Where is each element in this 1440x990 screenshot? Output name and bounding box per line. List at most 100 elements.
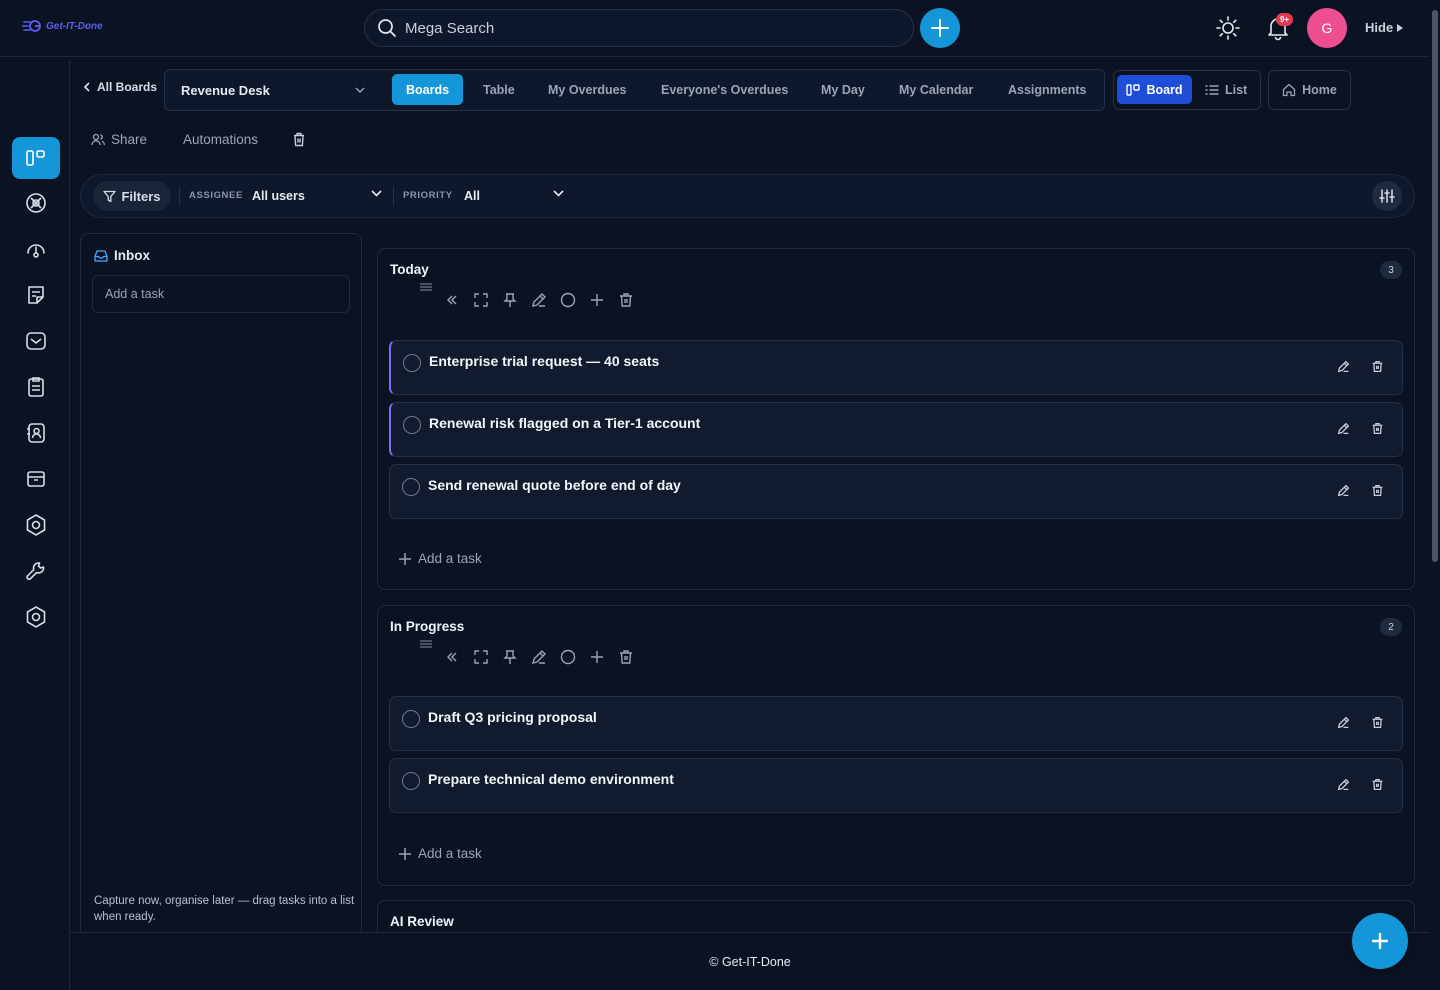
sidebar-item-archive[interactable] — [12, 458, 60, 500]
edit-icon[interactable] — [1337, 778, 1350, 791]
drag-handle-icon[interactable] — [419, 639, 433, 649]
task-checkbox[interactable] — [402, 478, 420, 496]
pin-icon[interactable] — [502, 649, 518, 665]
edit-icon[interactable] — [531, 292, 547, 308]
task-card[interactable]: Enterprise trial request — 40 seats — [389, 340, 1403, 395]
trash-icon[interactable] — [618, 649, 634, 665]
automations-button[interactable]: Automations — [183, 132, 258, 147]
collapse-icon[interactable] — [444, 292, 460, 308]
users-icon — [91, 133, 105, 146]
share-button[interactable]: Share — [91, 132, 147, 147]
mega-search-input[interactable]: Mega Search — [364, 9, 914, 47]
column-title: Today — [390, 262, 429, 277]
sliders-icon — [1379, 189, 1395, 203]
home-button[interactable]: Home — [1268, 70, 1351, 110]
task-card[interactable]: Renewal risk flagged on a Tier-1 account — [389, 402, 1403, 457]
trash-icon[interactable] — [1371, 422, 1384, 435]
collapse-icon[interactable] — [444, 649, 460, 665]
trash-icon[interactable] — [1371, 484, 1384, 497]
sidebar-item-automation[interactable] — [12, 504, 60, 546]
list-view-button[interactable]: List — [1205, 75, 1247, 104]
board-select-value: Revenue Desk — [181, 82, 270, 98]
sidebar-item-clipboard[interactable] — [12, 366, 60, 408]
sidebar-item-integrations[interactable] — [12, 182, 60, 224]
task-card[interactable]: Draft Q3 pricing proposal — [389, 696, 1403, 751]
automation-icon — [26, 514, 46, 536]
floating-add-button[interactable] — [1352, 913, 1408, 969]
chevron-down-icon[interactable] — [553, 190, 564, 197]
tab-my-calendar[interactable]: My Calendar — [899, 74, 973, 105]
quick-add-button[interactable] — [920, 8, 960, 48]
sidebar-item-contacts[interactable] — [12, 412, 60, 454]
edit-icon[interactable] — [1337, 484, 1350, 497]
inbox-add-task-input[interactable]: Add a task — [92, 275, 350, 313]
expand-icon[interactable] — [473, 649, 489, 665]
tab-boards[interactable]: Boards — [392, 74, 464, 105]
priority-label: PRIORITY — [403, 190, 453, 201]
sidebar-item-notes[interactable] — [12, 274, 60, 316]
tab-assignments[interactable]: Assignments — [1008, 74, 1087, 105]
plus-icon[interactable] — [589, 649, 605, 665]
assignee-select[interactable]: All users — [252, 189, 305, 203]
task-card[interactable]: Send renewal quote before end of day — [389, 464, 1403, 519]
edit-icon[interactable] — [1337, 360, 1350, 373]
trash-icon[interactable] — [1371, 778, 1384, 791]
avatar[interactable]: G — [1307, 8, 1347, 48]
tab-everyones-overdues[interactable]: Everyone's Overdues — [661, 74, 788, 105]
pin-icon[interactable] — [502, 292, 518, 308]
task-card[interactable]: Prepare technical demo environment — [389, 758, 1403, 813]
sidebar-item-settings[interactable] — [12, 596, 60, 638]
all-boards-link[interactable]: All Boards — [83, 80, 157, 94]
trash-icon — [294, 132, 304, 147]
plus-icon — [399, 847, 411, 860]
plus-icon[interactable] — [589, 292, 605, 308]
add-task-button[interactable]: Add a task — [398, 551, 482, 566]
circle-icon[interactable] — [560, 292, 576, 308]
tab-my-overdues[interactable]: My Overdues — [548, 74, 627, 105]
add-task-button[interactable]: Add a task — [398, 846, 482, 861]
edit-icon[interactable] — [1337, 422, 1350, 435]
column-today: Today 3 Enterprise trial request — 40 se… — [377, 248, 1415, 590]
sidebar-item-dashboard[interactable] — [12, 228, 60, 270]
sidebar-item-boards[interactable] — [12, 137, 60, 179]
column-title: AI Review — [390, 914, 454, 929]
tab-table[interactable]: Table — [483, 74, 515, 105]
task-checkbox[interactable] — [403, 416, 421, 434]
delete-board-button[interactable] — [292, 132, 306, 152]
boards-icon — [26, 150, 45, 166]
filters-button[interactable]: Filters — [93, 181, 171, 211]
expand-icon[interactable] — [473, 292, 489, 308]
filter-icon — [103, 190, 117, 202]
search-placeholder: Mega Search — [405, 19, 495, 37]
tab-my-day[interactable]: My Day — [821, 74, 865, 105]
app-logo[interactable]: Get-IT-Done — [22, 19, 103, 33]
theme-toggle[interactable] — [1214, 14, 1242, 47]
footer: © Get-IT-Done — [70, 932, 1430, 990]
clipboard-icon — [28, 377, 44, 397]
inbox-icon — [26, 332, 46, 350]
drag-handle-icon[interactable] — [419, 282, 433, 292]
board-select[interactable]: Revenue Desk — [171, 74, 375, 106]
sidebar-item-tools[interactable] — [12, 550, 60, 592]
trash-icon[interactable] — [618, 292, 634, 308]
hide-button[interactable]: Hide — [1365, 20, 1404, 35]
task-checkbox[interactable] — [402, 772, 420, 790]
trash-icon[interactable] — [1371, 716, 1384, 729]
list-icon — [1205, 84, 1219, 95]
sidebar-item-inbox[interactable] — [12, 320, 60, 362]
filter-settings-button[interactable] — [1372, 181, 1402, 211]
edit-icon[interactable] — [1337, 716, 1350, 729]
top-bar: Get-IT-Done Mega Search 9+ G Hide — [0, 0, 1430, 57]
share-label: Share — [111, 132, 148, 147]
board-view-label: Board — [1146, 82, 1183, 97]
chevron-down-icon[interactable] — [371, 190, 382, 197]
trash-icon[interactable] — [1371, 360, 1384, 373]
circle-icon[interactable] — [560, 649, 576, 665]
priority-select[interactable]: All — [464, 189, 480, 203]
notes-icon — [28, 286, 44, 304]
board-view-button[interactable]: Board — [1117, 75, 1192, 104]
scrollbar-thumb[interactable] — [1432, 10, 1438, 562]
edit-icon[interactable] — [531, 649, 547, 665]
task-checkbox[interactable] — [402, 710, 420, 728]
task-checkbox[interactable] — [403, 354, 421, 372]
